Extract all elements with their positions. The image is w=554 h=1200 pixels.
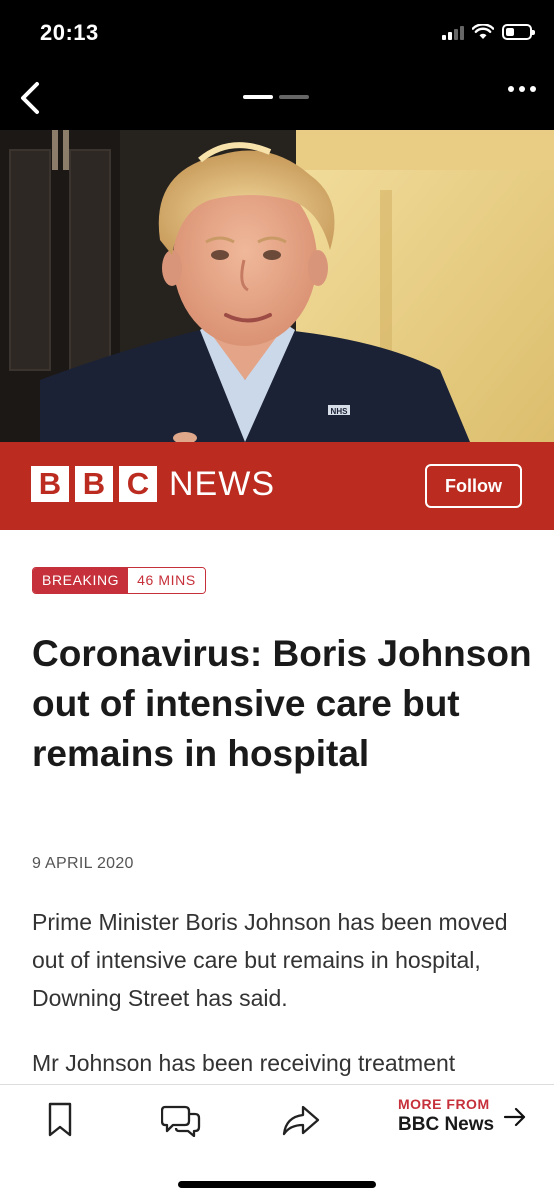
page-indicator <box>243 95 309 99</box>
wifi-icon <box>472 24 494 39</box>
comments-button[interactable] <box>159 1100 203 1140</box>
article-paragraph: Prime Minister Boris Johnson has been mo… <box>32 909 508 1011</box>
page-dot-active <box>243 95 273 99</box>
share-button[interactable] <box>279 1100 323 1140</box>
bbc-logo-letter: B <box>75 466 113 502</box>
more-from-publisher-link[interactable]: MORE FROM BBC News <box>398 1096 494 1136</box>
page-dot <box>279 95 309 99</box>
cellular-signal-icon <box>442 24 464 40</box>
article-date: 9 APRIL 2020 <box>32 855 134 872</box>
nhs-lapel-badge: NHS <box>331 407 349 416</box>
more-from-label: MORE FROM <box>398 1096 490 1112</box>
battery-level <box>506 28 514 36</box>
article-photo: NHS <box>0 130 554 442</box>
article-paragraph: Mr Johnson has been receiving treatment <box>32 1050 456 1076</box>
breaking-label: BREAKING <box>33 568 129 593</box>
top-bar: 20:13 <box>0 0 554 130</box>
status-time: 20:13 <box>40 20 99 45</box>
status-icons <box>442 24 535 40</box>
battery-icon <box>502 24 535 40</box>
back-button[interactable] <box>12 78 48 118</box>
home-indicator[interactable] <box>178 1181 376 1188</box>
share-icon <box>282 1105 320 1136</box>
comments-icon <box>161 1105 201 1137</box>
breaking-badge: BREAKING 46 MINS <box>32 567 206 594</box>
bbc-logo-letter: B <box>31 466 69 502</box>
bbc-logo-word: NEWS <box>169 465 275 503</box>
time-ago-label: 46 MINS <box>128 568 205 593</box>
more-from-publisher-name: BBC News <box>398 1114 495 1135</box>
bookmark-button[interactable] <box>38 1100 82 1140</box>
chevron-left-icon <box>21 82 39 114</box>
ellipsis-icon <box>508 86 514 92</box>
article-headline: Coronavirus: Boris Johnson out of intens… <box>32 633 532 774</box>
bookmark-icon <box>48 1102 72 1137</box>
bbc-news-logo: B B C NEWS <box>31 466 275 502</box>
follow-button[interactable]: Follow <box>425 464 522 508</box>
arrow-right-icon <box>503 1107 526 1127</box>
more-from-arrow[interactable] <box>503 1106 527 1133</box>
hero-image: NHS <box>0 130 554 442</box>
bbc-logo-letter: C <box>119 466 157 502</box>
more-options-button[interactable] <box>508 86 536 92</box>
